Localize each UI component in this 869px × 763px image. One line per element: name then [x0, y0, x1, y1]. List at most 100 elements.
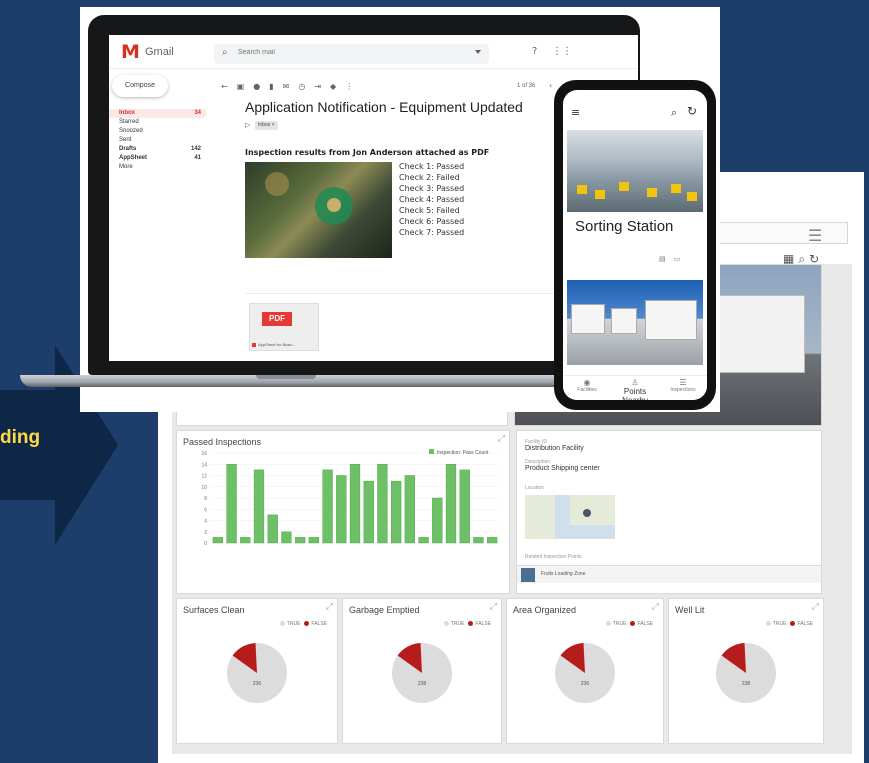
- dock-card-photo[interactable]: [567, 280, 703, 365]
- pie-title: Surfaces Clean: [183, 605, 245, 615]
- location-label: Location: [525, 485, 544, 491]
- delete-icon[interactable]: ▮: [269, 82, 282, 91]
- bar[interactable]: [226, 464, 237, 544]
- gmail-logo-icon[interactable]: M: [121, 41, 140, 63]
- bar[interactable]: [281, 531, 292, 544]
- phone-mockup: ≡ ⌕ ↻ Sorting Station ▤▭ ◉ Facilities ♙: [554, 80, 716, 410]
- menu-icon[interactable]: ☰: [808, 226, 822, 245]
- pdf-icon: PDF: [262, 312, 292, 326]
- related-label: Related Inspection Points: [525, 554, 582, 560]
- sidebar-item-snoozed[interactable]: Snoozed: [109, 127, 207, 136]
- sidebar-item-more[interactable]: More: [109, 163, 207, 172]
- inbox-label-chip[interactable]: Inbox ×: [255, 121, 278, 130]
- nav-points-nearby[interactable]: ♙ Points Nearby: [611, 378, 659, 400]
- bar[interactable]: [473, 537, 484, 544]
- bar[interactable]: [349, 464, 361, 544]
- check-results-list: Check 1: Passed Check 2: Failed Check 3:…: [399, 161, 464, 238]
- check-result-item: Check 4: Passed: [399, 195, 465, 204]
- search-icon[interactable]: ⌕: [222, 47, 228, 58]
- y-tick-label: 6: [204, 507, 207, 513]
- bar[interactable]: [432, 497, 443, 544]
- sidebar-item-starred[interactable]: Starred: [109, 118, 207, 127]
- bar[interactable]: [240, 537, 251, 544]
- label-icon[interactable]: ◆: [330, 82, 345, 91]
- related-item-row[interactable]: Fruits Loading Zone: [517, 565, 821, 583]
- y-tick-label: 8: [204, 496, 207, 502]
- expand-icon[interactable]: ⤢: [652, 602, 659, 612]
- facility-map[interactable]: [525, 495, 615, 539]
- dashboard-search-box[interactable]: [718, 222, 848, 244]
- bar[interactable]: [295, 537, 306, 544]
- pie-panel-area-organized: Area Organized ⤢ TRUE FALSE 236: [506, 598, 664, 744]
- gmail-header: M Gmail ⌕ ? ⋮⋮: [109, 35, 638, 69]
- bar[interactable]: [336, 475, 347, 544]
- sidebar-item-appsheet[interactable]: AppSheet 41: [109, 154, 207, 163]
- expand-icon[interactable]: ⤢: [326, 602, 333, 612]
- sidebar-item-sent[interactable]: Sent: [109, 136, 207, 145]
- pie-panel-well-lit: Well Lit ⤢ TRUE FALSE 238: [668, 598, 824, 744]
- bar[interactable]: [308, 537, 319, 544]
- compose-button[interactable]: Compose: [112, 75, 168, 97]
- facility-value: Distribution Facility: [525, 445, 584, 452]
- y-tick-label: 0: [204, 541, 207, 547]
- report-spam-icon[interactable]: ●: [253, 82, 269, 91]
- equipment-photo: [245, 162, 392, 258]
- map-pin-icon: [583, 509, 591, 517]
- passed-inspections-panel: Passed Inspections ⤢ 0 2 4 6 8 10 12 14 16 Inspec…: [176, 430, 510, 594]
- y-tick-label: 4: [204, 519, 207, 525]
- refresh-icon[interactable]: ↻: [687, 104, 697, 118]
- record-title: Sorting Station: [575, 218, 674, 235]
- sidebar-item-inbox[interactable]: Inbox 34: [109, 109, 207, 118]
- menu-icon[interactable]: ≡: [571, 106, 580, 119]
- snooze-icon[interactable]: ◷: [298, 82, 314, 91]
- sidebar-item-drafts[interactable]: Drafts 142: [109, 145, 207, 154]
- search-icon[interactable]: ⌕: [671, 106, 677, 120]
- mark-unread-icon[interactable]: ✉: [283, 82, 299, 91]
- bar[interactable]: [418, 537, 429, 544]
- back-icon[interactable]: ←: [221, 82, 237, 91]
- bar[interactable]: [322, 469, 333, 544]
- y-tick-label: 12: [201, 474, 207, 480]
- expand-icon[interactable]: ⤢: [490, 602, 497, 612]
- search-bar[interactable]: ⌕: [214, 44, 489, 64]
- attachment-name: AppSheet for Busin...: [258, 342, 296, 347]
- related-item-thumbnail: [521, 568, 535, 582]
- pie-chart: 236: [555, 643, 615, 703]
- apps-icon[interactable]: ⋮⋮: [552, 46, 572, 57]
- pie-chart: 236: [227, 643, 287, 703]
- nav-facilities[interactable]: ◉ Facilities: [563, 378, 611, 393]
- check-result-item: Check 7: Passed: [399, 228, 465, 237]
- page-indicator: 1 of 36: [517, 83, 536, 89]
- bar[interactable]: [212, 537, 223, 544]
- facility-detail-panel: Facility ID Distribution Facility Descri…: [516, 430, 822, 594]
- pie-legend: TRUE FALSE: [602, 621, 653, 627]
- search-input[interactable]: [238, 49, 438, 56]
- bar[interactable]: [445, 464, 457, 544]
- bar[interactable]: [377, 464, 388, 544]
- description-value: Product Shipping center: [525, 465, 600, 472]
- y-tick-label: 10: [201, 485, 207, 491]
- bar[interactable]: [391, 480, 402, 544]
- y-tick-label: 14: [201, 462, 207, 468]
- search-options-icon[interactable]: [475, 50, 481, 54]
- move-to-icon[interactable]: ⇥: [314, 82, 330, 91]
- bar[interactable]: [253, 469, 265, 544]
- help-icon[interactable]: ?: [532, 46, 537, 57]
- pie-legend: TRUE FALSE: [440, 621, 491, 627]
- edit-icon[interactable]: ▤: [659, 255, 674, 263]
- expand-icon[interactable]: ⤢: [812, 602, 819, 612]
- bar[interactable]: [459, 469, 470, 544]
- bar[interactable]: [267, 514, 278, 544]
- bar[interactable]: [404, 475, 415, 544]
- pdf-attachment[interactable]: PDF AppSheet for Busin...: [249, 303, 319, 351]
- map-icon[interactable]: ▭: [674, 255, 689, 263]
- list-icon: ☰: [679, 378, 687, 387]
- nav-inspections[interactable]: ☰ Inspections: [659, 378, 707, 393]
- bar[interactable]: [487, 537, 498, 544]
- phone-app-screen: ≡ ⌕ ↻ Sorting Station ▤▭ ◉ Facilities ♙: [563, 90, 707, 400]
- more-icon[interactable]: ⋮: [345, 82, 362, 91]
- location-icon: ◉: [583, 378, 591, 387]
- archive-icon[interactable]: ▣: [237, 82, 254, 91]
- pie-legend: TRUE FALSE: [762, 621, 813, 627]
- bar[interactable]: [363, 480, 374, 544]
